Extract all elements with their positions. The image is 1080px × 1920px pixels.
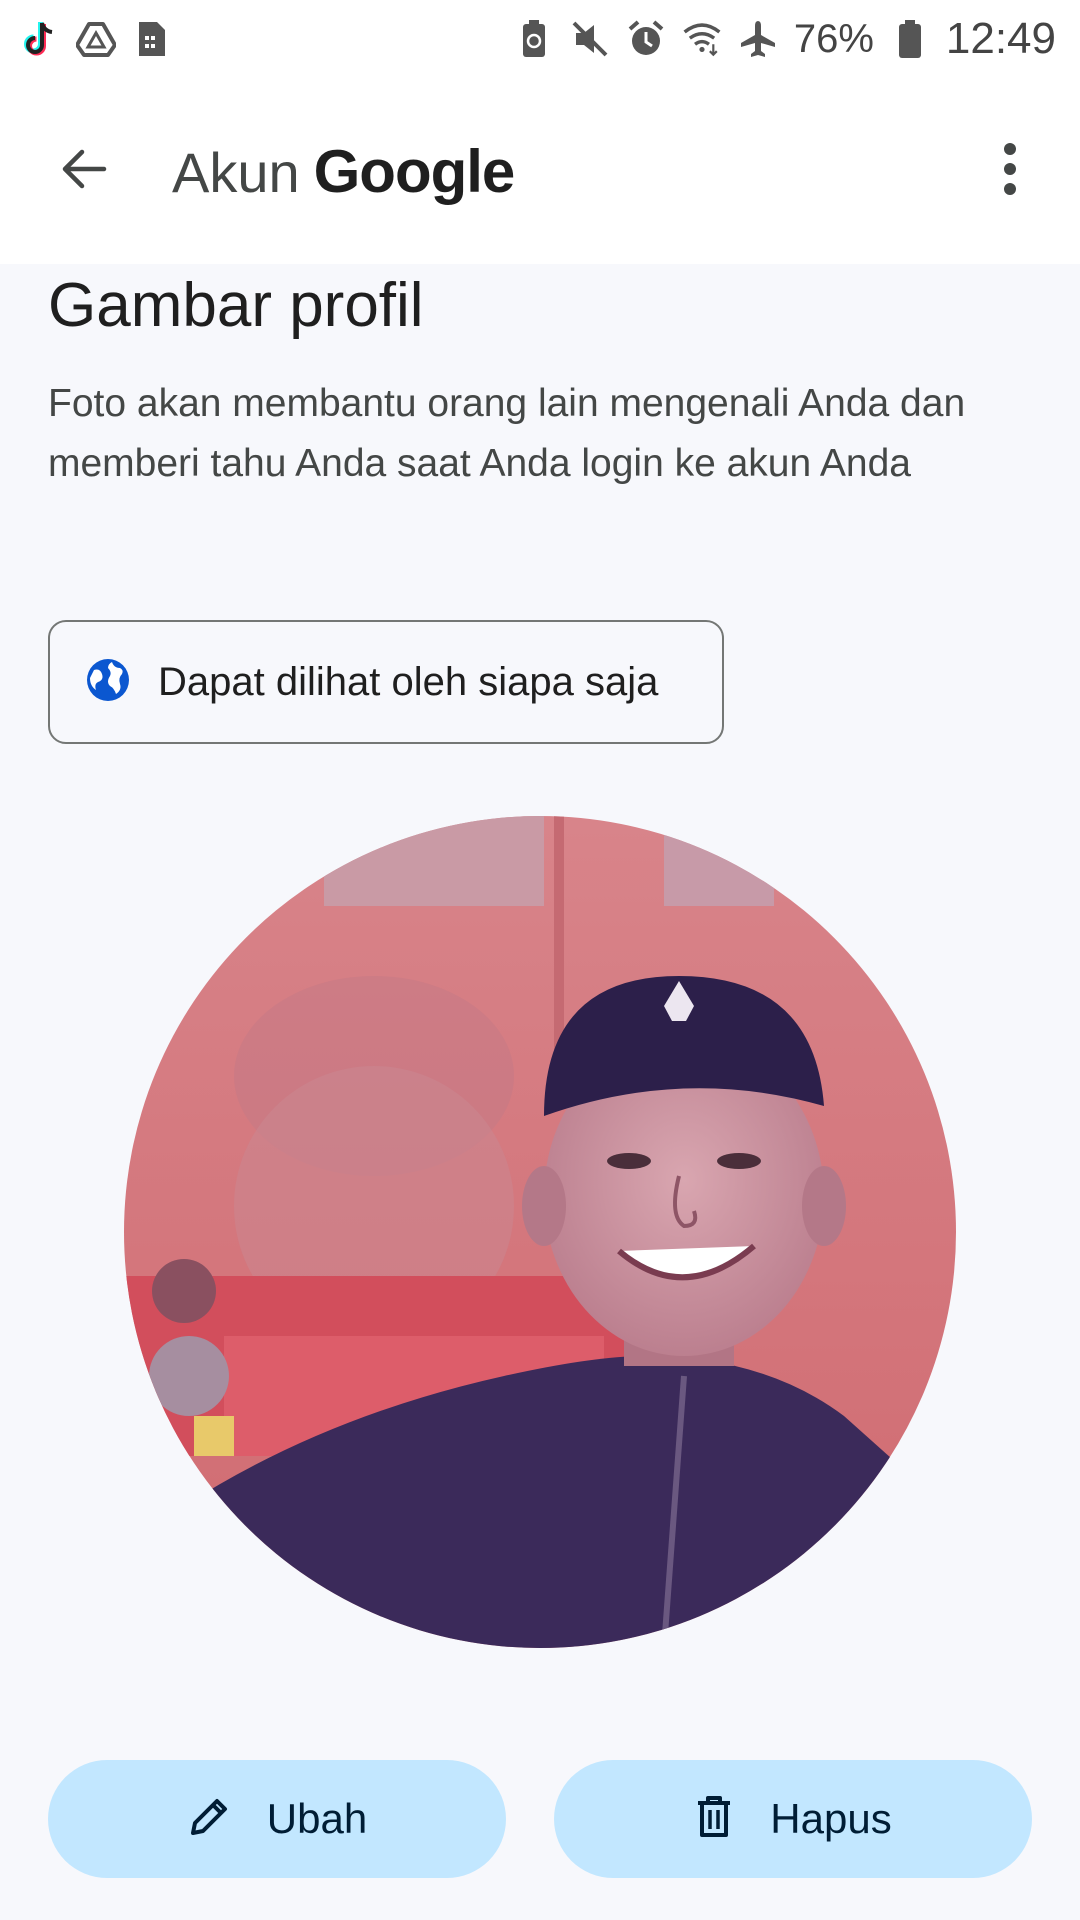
pencil-icon bbox=[187, 1795, 231, 1844]
edit-label: Ubah bbox=[266, 1795, 368, 1842]
page-description: Foto akan membantu orang lain mengenali … bbox=[48, 382, 966, 485]
more-vert-icon bbox=[1000, 139, 1020, 204]
status-left-icons bbox=[20, 19, 172, 59]
alarm-icon bbox=[626, 19, 666, 59]
battery-saver-icon bbox=[514, 19, 554, 59]
airplane-icon bbox=[738, 19, 778, 59]
globe-icon bbox=[84, 656, 132, 709]
app-bar: Akun Google bbox=[0, 78, 1080, 264]
wifi-icon bbox=[682, 19, 722, 59]
tiktok-icon bbox=[20, 19, 60, 59]
drive-icon bbox=[76, 19, 116, 59]
battery-percent: 76% bbox=[793, 16, 874, 61]
status-bar: 76% 12:49 bbox=[0, 0, 1080, 78]
back-button[interactable] bbox=[48, 135, 120, 207]
delete-label: Hapus bbox=[770, 1795, 892, 1842]
arrow-back-icon bbox=[58, 143, 110, 200]
edit-button[interactable]: Ubah bbox=[48, 1760, 506, 1878]
profile-picture bbox=[124, 816, 956, 1648]
sim-icon bbox=[132, 19, 172, 59]
more-options-button[interactable] bbox=[980, 131, 1040, 211]
app-title: Akun Google bbox=[172, 137, 980, 206]
app-title-brand: Google bbox=[313, 137, 516, 205]
clock: 12:49 bbox=[945, 14, 1056, 63]
mute-icon bbox=[570, 19, 610, 59]
delete-button[interactable]: Hapus bbox=[554, 1760, 1032, 1878]
battery-icon bbox=[890, 19, 930, 59]
page-title: Gambar profil bbox=[48, 271, 424, 340]
visibility-button[interactable]: Dapat dilihat oleh siapa saja bbox=[48, 620, 724, 744]
visibility-label: Dapat dilihat oleh siapa saja bbox=[158, 659, 659, 704]
app-title-prefix: Akun bbox=[172, 140, 300, 204]
main-content: Gambar profil Foto akan membantu orang l… bbox=[0, 264, 1080, 1920]
trash-icon bbox=[694, 1795, 734, 1844]
status-right-icons: 76% 12:49 bbox=[514, 14, 1056, 64]
